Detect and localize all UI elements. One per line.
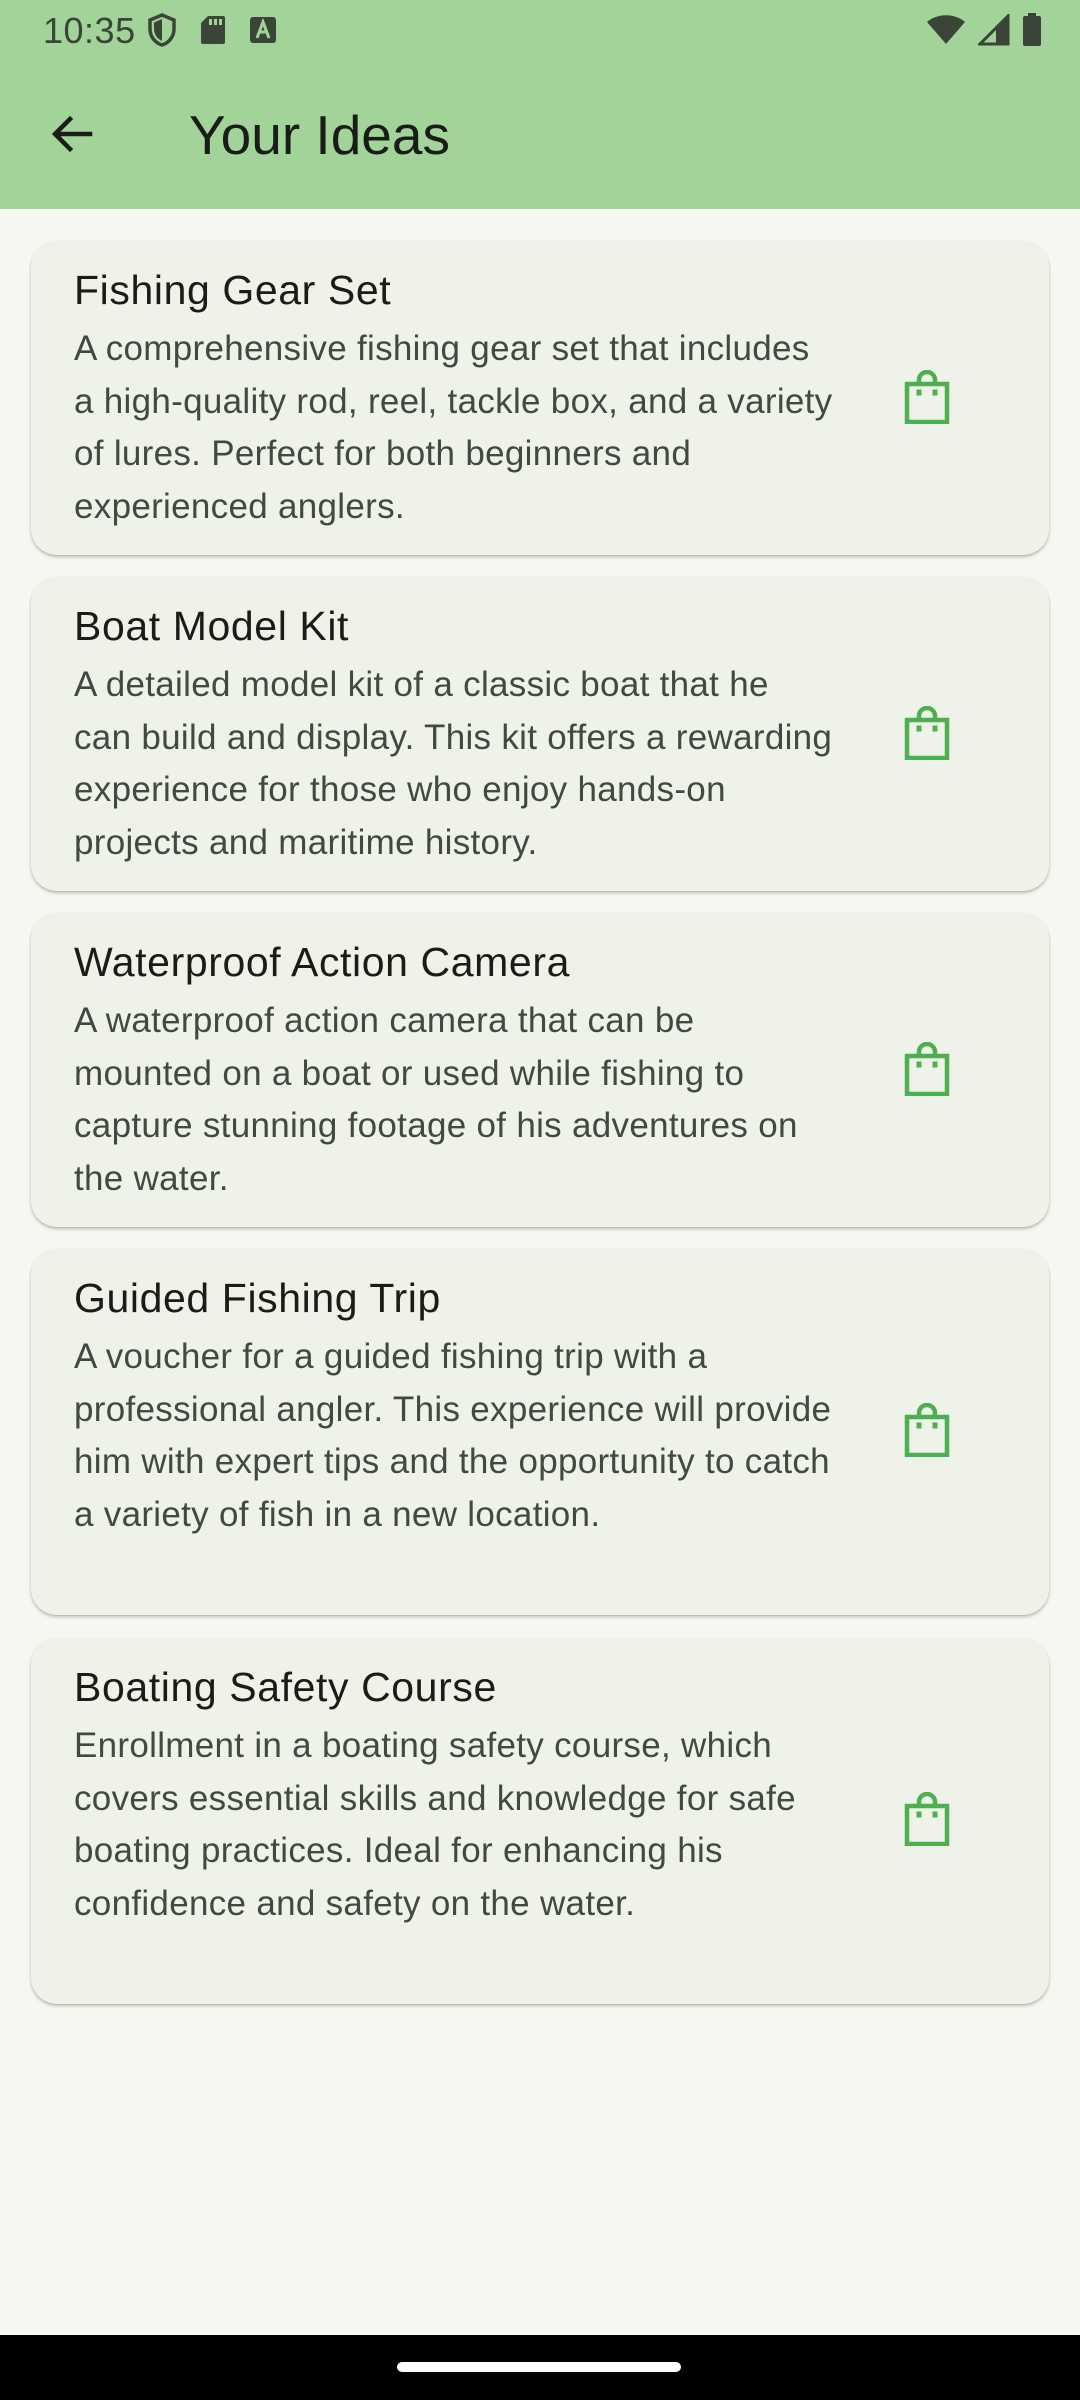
idea-description: A waterproof action camera that can be m… [74,1001,798,1198]
status-icons-left [147,13,277,52]
shop-button[interactable] [893,1398,961,1466]
sd-card-icon [199,14,227,51]
idea-description: A comprehensive fishing gear set that in… [74,329,833,526]
shopping-bag-icon [904,369,950,429]
navigation-bar [0,2335,1080,2400]
arrow-back-icon [48,110,96,163]
shopping-bag-icon [904,705,950,765]
idea-title: Waterproof Action Camera [74,939,570,985]
idea-card[interactable]: Fishing Gear Set A comprehensive fishing… [31,241,1049,555]
shopping-bag-icon [904,1402,950,1462]
idea-card[interactable]: Boat Model Kit A detailed model kit of a… [31,577,1049,891]
shield-icon [147,13,177,52]
status-icons-right [926,12,1042,52]
shop-button[interactable] [893,1037,961,1105]
idea-card[interactable]: Boating Safety Course Enrollment in a bo… [31,1638,1049,2004]
cellular-signal-icon [976,12,1010,51]
page-title: Your Ideas [189,104,450,166]
idea-title: Boat Model Kit [74,603,350,649]
idea-description: Enrollment in a boating safety course, w… [74,1726,796,1923]
idea-card[interactable]: Waterproof Action Camera A waterproof ac… [31,913,1049,1227]
idea-title: Boating Safety Course [74,1664,497,1710]
status-bar: 10:35 [0,0,1080,62]
back-button[interactable] [34,98,110,174]
shopping-bag-icon [904,1791,950,1851]
app-bar: 10:35 Your Ideas [0,0,1080,209]
idea-title: Fishing Gear Set [74,267,392,313]
home-gesture-handle[interactable] [397,2362,681,2372]
font-icon [249,16,277,49]
status-time: 10:35 [43,10,136,51]
shop-button[interactable] [893,365,961,433]
battery-icon [1022,13,1042,52]
shop-button[interactable] [893,1787,961,1855]
idea-description: A detailed model kit of a classic boat t… [74,665,833,862]
idea-card[interactable]: Guided Fishing Trip A voucher for a guid… [31,1249,1049,1615]
shop-button[interactable] [893,701,961,769]
wifi-icon [926,14,966,51]
shopping-bag-icon [904,1041,950,1101]
idea-title: Guided Fishing Trip [74,1275,441,1321]
idea-description: A voucher for a guided fishing trip with… [74,1337,832,1534]
